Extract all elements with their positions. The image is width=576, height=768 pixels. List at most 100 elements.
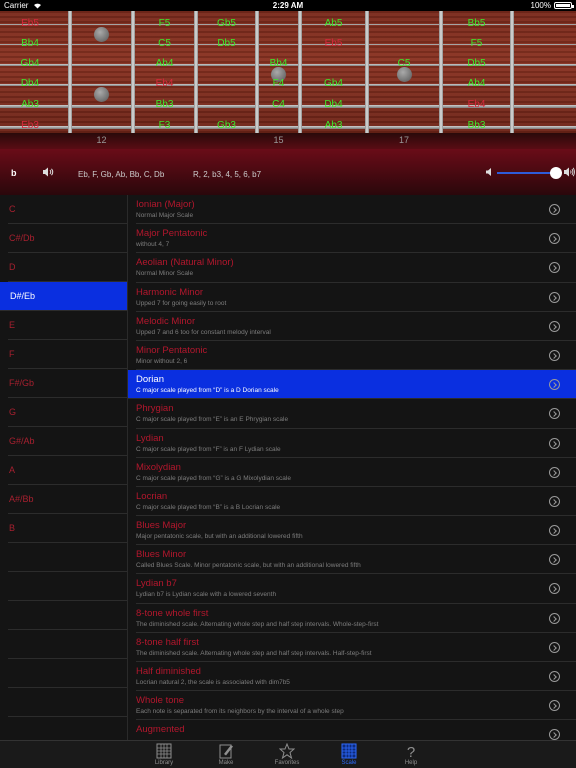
scale-item[interactable]: Lydian b7 Lydian b7 is Lydian scale with … <box>136 574 576 604</box>
tab-library[interactable]: Library <box>134 742 194 768</box>
tab-scale[interactable]: Scale <box>319 742 379 768</box>
fretboard-note[interactable]: Gb3 <box>202 120 252 132</box>
fretboard-note[interactable]: Ab3 <box>5 99 55 111</box>
chevron-right-circle-icon[interactable] <box>549 495 560 507</box>
fretboard[interactable]: Eb5 F5 Gb5 Ab5 Bb5 Bb4 C5 Db5 Eb5 F5 Gb4 Ab4 Bb4 C5 Db… <box>0 11 576 133</box>
scale-item[interactable]: Melodic Minor Upped 7 and 6 too for const… <box>136 312 576 341</box>
chevron-right-circle-icon[interactable] <box>549 349 560 361</box>
battery-group: 100% <box>531 0 574 11</box>
key-item[interactable]: A <box>8 456 127 485</box>
scale-item[interactable]: Locrian C major scale played from “B” is … <box>136 487 576 517</box>
fret-wire <box>510 11 514 133</box>
fretboard-note[interactable]: F3 <box>140 120 190 132</box>
key-item[interactable]: B <box>8 514 127 543</box>
fretboard-note[interactable]: Bb3 <box>140 99 190 111</box>
key-item[interactable]: C <box>8 195 127 224</box>
key-item[interactable]: E <box>8 311 127 340</box>
volume-slider-thumb[interactable] <box>550 167 562 179</box>
chevron-right-circle-icon[interactable] <box>549 554 560 566</box>
fretboard-note[interactable]: C4 <box>254 99 304 111</box>
fretboard-note[interactable]: Bb5 <box>452 18 502 30</box>
scale-item[interactable]: Phrygian C major scale played from “E” is… <box>136 399 576 429</box>
scale-item[interactable]: Dorian C major scale played from “D” is a… <box>128 370 576 400</box>
chevron-right-circle-icon[interactable] <box>549 612 560 624</box>
key-item[interactable]: F <box>8 340 127 369</box>
key-item[interactable]: G <box>8 398 127 427</box>
fretboard-note[interactable]: C5 <box>379 58 429 70</box>
chevron-right-circle-icon[interactable] <box>549 437 560 449</box>
chevron-right-circle-icon[interactable] <box>549 700 560 712</box>
chevron-right-circle-icon[interactable] <box>549 525 560 537</box>
chevron-right-circle-icon[interactable] <box>549 671 560 682</box>
fretboard-note[interactable]: F5 <box>140 18 190 30</box>
tab-make[interactable]: Make <box>196 742 256 768</box>
fretboard-note[interactable]: Db5 <box>202 38 252 50</box>
key-item[interactable]: D <box>8 253 127 282</box>
key-item[interactable]: D#/Eb <box>0 282 127 311</box>
chevron-right-circle-icon[interactable] <box>549 408 560 420</box>
fretboard-note[interactable]: Eb4 <box>140 78 190 90</box>
key-item[interactable]: C#/Db <box>8 224 127 253</box>
speaker-icon[interactable] <box>42 166 54 178</box>
scale-item[interactable]: Augmented <box>136 720 576 740</box>
scale-item-name: Mixolydian <box>136 461 181 473</box>
accidental-toggle[interactable]: b <box>11 168 17 178</box>
chevron-right-circle-icon[interactable] <box>549 233 560 245</box>
fretboard-note[interactable]: Ab3 <box>309 120 359 132</box>
fretboard-note[interactable]: Eb5 <box>309 38 359 50</box>
scale-item[interactable]: 8-tone whole first The diminished scale. … <box>136 604 576 633</box>
fretboard-note[interactable]: Eb4 <box>452 99 502 111</box>
fretboard-note[interactable]: Db4 <box>309 99 359 111</box>
scale-item[interactable]: Aeolian (Natural Minor) Normal Minor Scal… <box>136 253 576 283</box>
scale-item[interactable]: Lydian C major scale played from “F” is a… <box>136 429 576 458</box>
fretboard-note[interactable]: F5 <box>452 38 502 50</box>
scale-item[interactable]: Ionian (Major) Normal Major Scale <box>136 195 576 225</box>
scale-item[interactable]: Half diminished Locrian natural 2, the sc… <box>136 662 576 692</box>
scale-item[interactable]: Blues Major Major pentatonic scale, but w… <box>136 516 576 546</box>
key-item[interactable]: F#/Gb <box>8 369 127 398</box>
fretboard-note[interactable]: Gb4 <box>5 58 55 70</box>
chevron-right-circle-icon[interactable] <box>549 379 560 391</box>
scale-item[interactable]: Whole tone Each note is separated from it… <box>136 691 576 721</box>
key-item[interactable]: A#/Bb <box>8 485 127 514</box>
fretboard-note[interactable]: Ab4 <box>140 58 190 70</box>
tab-help[interactable]: ? Help <box>381 742 441 768</box>
fretboard-note[interactable]: Ab4 <box>452 78 502 90</box>
scale-item[interactable]: Blues Minor Called Blues Scale. Minor pen… <box>136 545 576 575</box>
fretboard-note[interactable]: Eb5 <box>5 18 55 30</box>
key-item[interactable]: G#/Ab <box>8 427 127 456</box>
tab-favorites[interactable]: Favorites <box>257 742 317 768</box>
scale-item[interactable]: Mixolydian C major scale played from “G” … <box>136 458 576 487</box>
chevron-right-circle-icon[interactable] <box>549 204 560 215</box>
chevron-right-circle-icon[interactable] <box>549 583 560 595</box>
scale-item[interactable]: Minor Pentatonic Minor without 2, 6 <box>136 341 576 371</box>
scale-item[interactable]: Harmonic Minor Upped 7 for going easily t… <box>136 283 576 312</box>
fretboard-note[interactable]: Db5 <box>452 58 502 70</box>
chevron-right-circle-icon[interactable] <box>549 291 560 303</box>
fretboard-note[interactable]: Gb4 <box>309 78 359 90</box>
chevron-right-circle-icon[interactable] <box>549 320 560 332</box>
volume-slider-track[interactable] <box>497 172 555 174</box>
key-list[interactable]: C C#/Db D D#/Eb E F F#/Gb G G#/Ab A A#/Bb B <box>0 195 128 740</box>
fretboard-note[interactable]: Gb5 <box>202 18 252 30</box>
scale-item-name: Harmonic Minor <box>136 286 204 298</box>
chevron-right-circle-icon[interactable] <box>549 466 560 478</box>
fretboard-note[interactable]: Bb4 <box>5 38 55 50</box>
fret-number-label: 15 <box>273 135 284 145</box>
fretboard-note[interactable]: Db4 <box>5 78 55 90</box>
chevron-right-circle-icon[interactable] <box>549 262 560 274</box>
chevron-right-circle-icon[interactable] <box>549 729 560 740</box>
fretboard-note[interactable]: Ab5 <box>309 18 359 30</box>
scale-list[interactable]: Ionian (Major) Normal Major Scale Major Pe… <box>128 195 576 740</box>
fretboard-note[interactable]: Bb3 <box>452 120 502 132</box>
scale-item-description: C major scale played from “G” is a G Mix… <box>136 474 291 482</box>
scale-item[interactable]: Major Pentatonic without 4, 7 <box>136 224 576 254</box>
scale-item[interactable]: 8-tone half first The diminished scale. A… <box>136 633 576 662</box>
key-item-label: C#/Db <box>9 233 35 243</box>
fretboard-note[interactable]: C5 <box>140 38 190 50</box>
fretboard-note[interactable]: F4 <box>254 78 304 90</box>
fretboard-note[interactable]: Eb3 <box>5 120 55 132</box>
fretboard-note[interactable]: Bb4 <box>254 58 304 70</box>
key-item-label: F#/Gb <box>9 378 35 388</box>
chevron-right-circle-icon[interactable] <box>549 641 560 653</box>
